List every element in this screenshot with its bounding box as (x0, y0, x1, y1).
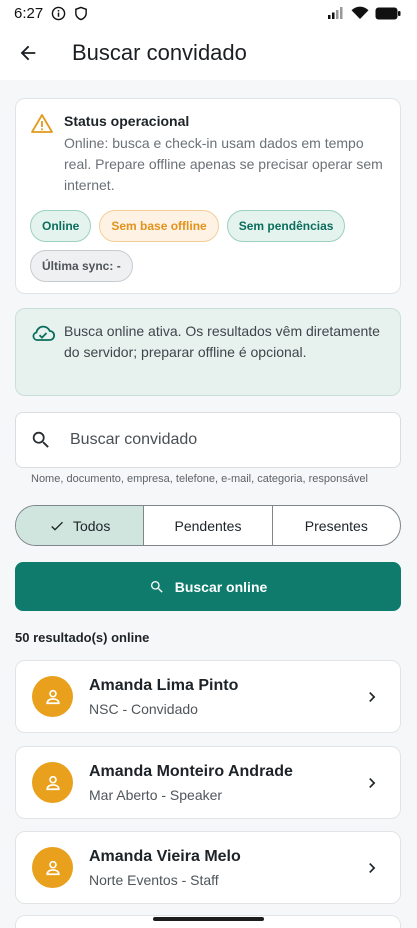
back-arrow-icon (20, 45, 36, 61)
chip-last-sync: Última sync: - (30, 250, 133, 282)
status-title: Status operacional (64, 113, 190, 129)
guest-name: Amanda Monteiro Andrade (89, 762, 293, 780)
filter-pending-label: Pendentes (174, 517, 242, 534)
info-icon (51, 6, 66, 21)
filter-segmented: Todos Pendentes Presentes (15, 505, 401, 546)
guest-name: Amanda Lima Pinto (89, 676, 239, 694)
chip-online: Online (30, 210, 92, 242)
online-info-card: Busca online ativa. Os resultados vêm di… (15, 308, 401, 396)
guest-list-item[interactable]: Amanda Vieira Melo Norte Eventos - Staff (15, 831, 401, 904)
check-icon (49, 518, 65, 534)
chip-pending: Sem pendências (226, 210, 346, 242)
back-button[interactable] (0, 26, 56, 80)
person-icon (45, 775, 60, 790)
search-online-button[interactable]: Buscar online (15, 562, 401, 611)
guest-subtitle: Mar Aberto - Speaker (89, 786, 223, 803)
cloud-check-icon (30, 321, 56, 347)
results-count: 50 resultado(s) online (15, 630, 150, 645)
avatar (32, 847, 73, 888)
filter-present-label: Presentes (304, 517, 368, 534)
page-title: Buscar convidado (72, 40, 247, 65)
status-description: Online: busca e check-in usam dados em t… (64, 135, 383, 193)
online-info-text: Busca online ativa. Os resultados vêm di… (64, 323, 380, 360)
search-input[interactable] (70, 431, 370, 449)
chevron-right-icon (362, 858, 382, 878)
person-icon (45, 689, 60, 704)
vpn-icon (74, 6, 88, 21)
filter-present[interactable]: Presentes (273, 506, 400, 545)
battery-icon (375, 7, 401, 20)
status-time: 6:27 (14, 4, 44, 22)
wifi-icon (351, 6, 369, 20)
filter-all-label: Todos (72, 517, 111, 534)
search-box[interactable] (15, 412, 401, 468)
guest-name: Amanda Vieira Melo (89, 847, 241, 865)
content: Status operacional Online: busca e check… (0, 80, 417, 928)
search-icon (150, 580, 163, 593)
chip-offline-base: Sem base offline (99, 210, 219, 242)
guest-list-item[interactable]: Amanda Monteiro Andrade Mar Aberto - Spe… (15, 746, 401, 819)
guest-subtitle: Norte Eventos - Staff (89, 871, 219, 888)
guest-list-item[interactable]: Amanda Lima Pinto NSC - Convidado (15, 660, 401, 733)
gesture-nav-handle[interactable] (153, 917, 264, 921)
filter-pending[interactable]: Pendentes (144, 506, 273, 545)
avatar (32, 762, 73, 803)
app-bar: Buscar convidado (0, 26, 417, 80)
filter-all[interactable]: Todos (16, 506, 145, 545)
chevron-right-icon (362, 773, 382, 793)
search-online-label: Buscar online (174, 578, 268, 595)
status-bar: 6:27 (0, 0, 417, 26)
status-card: Status operacional Online: busca e check… (15, 98, 401, 294)
status-chips: Online Sem base offline Sem pendências Ú… (30, 210, 386, 282)
person-icon (45, 860, 60, 875)
chevron-right-icon (362, 687, 382, 707)
guest-subtitle: NSC - Convidado (89, 700, 198, 717)
search-helper-text: Nome, documento, empresa, telefone, e-ma… (31, 473, 368, 485)
search-icon (32, 431, 49, 448)
signal-icon (327, 6, 345, 20)
warning-icon (30, 112, 54, 136)
avatar (32, 676, 73, 717)
